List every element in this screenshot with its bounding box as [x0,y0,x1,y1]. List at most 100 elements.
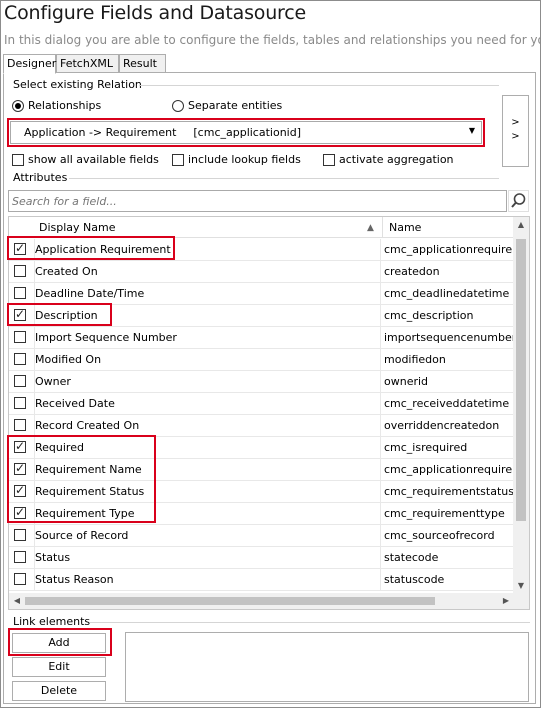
row-logical-name: overriddencreatedon [380,415,514,436]
row-display-name: Requirement Name [34,459,380,480]
row-display-name: Created On [34,261,380,282]
relation-group-divider [139,85,499,86]
table-row[interactable]: Created On createdon [9,261,514,283]
row-display-name: Owner [34,371,380,392]
row-logical-name: cmc_requirementtype [380,503,514,524]
table-row[interactable]: Import Sequence Number importsequencenumb… [9,327,514,349]
row-display-name: Requirement Type [34,503,380,524]
column-header-name[interactable]: Name [382,217,514,238]
horizontal-scroll-thumb[interactable] [25,597,435,605]
row-display-name: Source of Record [34,525,380,546]
row-checkbox[interactable] [14,483,26,497]
row-logical-name: cmc_receiveddatetime [380,393,514,414]
row-display-name: Status Reason [34,569,380,590]
row-checkbox[interactable] [14,331,26,343]
table-row[interactable]: Requirement Status cmc_requirementstatus [9,481,514,503]
table-row[interactable]: Status Reason statuscode [9,569,514,591]
show-all-fields-checkbox[interactable]: show all available fields [12,153,159,166]
table-row[interactable]: Deadline Date/Time cmc_deadlinedatetime [9,283,514,305]
row-checkbox[interactable] [14,241,26,255]
search-input[interactable] [9,191,506,211]
row-display-name: Record Created On [34,415,380,436]
row-display-name-text: Received Date [35,397,115,410]
row-display-name: Description [34,305,380,326]
vertical-scrollbar[interactable]: ▲ ▼ [513,217,529,594]
expand-relation-button[interactable]: > > [502,95,529,167]
row-logical-name: modifiedon [380,349,514,370]
row-display-name: Import Sequence Number [34,327,380,348]
column-header-display-name[interactable]: Display Name [39,217,116,238]
row-checkbox[interactable] [14,353,26,365]
tab-result[interactable]: Result [119,54,166,73]
dropdown-arrow-icon[interactable]: ▼ [469,126,475,135]
row-checkbox[interactable] [14,397,26,409]
edit-button[interactable]: Edit [12,657,106,677]
row-display-name: Requirement Status [34,481,380,502]
row-checkbox[interactable] [14,265,26,277]
table-row[interactable]: Application Requirement cmc_applicationre… [9,239,514,261]
search-button[interactable] [508,190,529,212]
table-row[interactable]: Requirement Name cmc_applicationrequirem [9,459,514,481]
row-checkbox[interactable] [14,307,26,321]
table-row[interactable]: Owner ownerid [9,371,514,393]
add-button[interactable]: Add [12,633,106,653]
row-display-name-text: Import Sequence Number [35,331,177,344]
show-all-fields-box[interactable] [12,153,24,166]
include-lookup-box[interactable] [172,153,184,166]
table-row[interactable]: Record Created On overriddencreatedon [9,415,514,437]
radio-separate-entities[interactable]: Separate entities [172,99,282,112]
scroll-left-icon[interactable]: ◀ [9,593,25,609]
tab-designer[interactable]: Designer [3,54,56,74]
radio-relationships[interactable]: Relationships [12,99,101,112]
row-checkbox[interactable] [14,439,26,453]
scroll-up-icon[interactable]: ▲ [513,217,529,233]
row-display-name-text: Requirement Type [35,507,135,520]
table-row[interactable]: Description cmc_description [9,305,514,327]
radio-relationships-indicator[interactable] [12,99,24,112]
table-row[interactable]: Modified On modifiedon [9,349,514,371]
table-row[interactable]: Source of Record cmc_sourceofrecord [9,525,514,547]
row-logical-name: cmc_deadlinedatetime [380,283,514,304]
table-row[interactable]: Required cmc_isrequired [9,437,514,459]
include-lookup-label: include lookup fields [188,153,301,166]
include-lookup-checkbox[interactable]: include lookup fields [172,153,301,166]
row-logical-name: createdon [380,261,514,282]
link-elements-group-divider [90,622,530,623]
scroll-right-icon[interactable]: ▶ [498,593,514,609]
row-checkbox[interactable] [14,573,26,585]
row-logical-name: cmc_requirementstatus [380,481,514,502]
row-checkbox[interactable] [14,505,26,519]
tab-fetchxml[interactable]: FetchXML [56,54,119,73]
row-display-name-text: Requirement Name [35,463,142,476]
row-display-name: Modified On [34,349,380,370]
row-display-name-text: Status [35,551,71,564]
vertical-scroll-thumb[interactable] [516,239,526,521]
relation-select-key: [cmc_applicationid] [193,126,302,139]
row-checkbox[interactable] [14,419,26,431]
link-elements-list[interactable] [125,632,529,702]
row-display-name-text: Application Requirement [35,243,171,256]
field-search[interactable] [8,190,507,212]
row-checkbox[interactable] [14,375,26,387]
activate-aggregation-checkbox[interactable]: activate aggregation [323,153,454,166]
row-checkbox[interactable] [14,529,26,541]
table-row[interactable]: Requirement Type cmc_requirementtype [9,503,514,525]
show-all-fields-label: show all available fields [28,153,159,166]
row-display-name-text: Created On [35,265,98,278]
activate-aggregation-box[interactable] [323,153,335,166]
row-checkbox[interactable] [14,461,26,475]
dialog-title: Configure Fields and Datasource [4,2,306,24]
row-checkbox[interactable] [14,287,26,299]
row-checkbox[interactable] [14,551,26,563]
radio-separate-entities-indicator[interactable] [172,99,184,112]
row-display-name-text: Owner [35,375,71,388]
delete-button[interactable]: Delete [12,681,106,701]
table-row[interactable]: Received Date cmc_receiveddatetime [9,393,514,415]
scroll-down-icon[interactable]: ▼ [513,578,529,594]
relation-select[interactable]: Application -> Requirement [cmc_applicat… [10,121,482,144]
horizontal-scrollbar[interactable]: ◀ ▶ [9,593,514,609]
table-row[interactable]: Status statecode [9,547,514,569]
row-logical-name: cmc_description [380,305,514,326]
radio-separate-entities-label: Separate entities [188,99,283,112]
row-logical-name: statecode [380,547,514,568]
